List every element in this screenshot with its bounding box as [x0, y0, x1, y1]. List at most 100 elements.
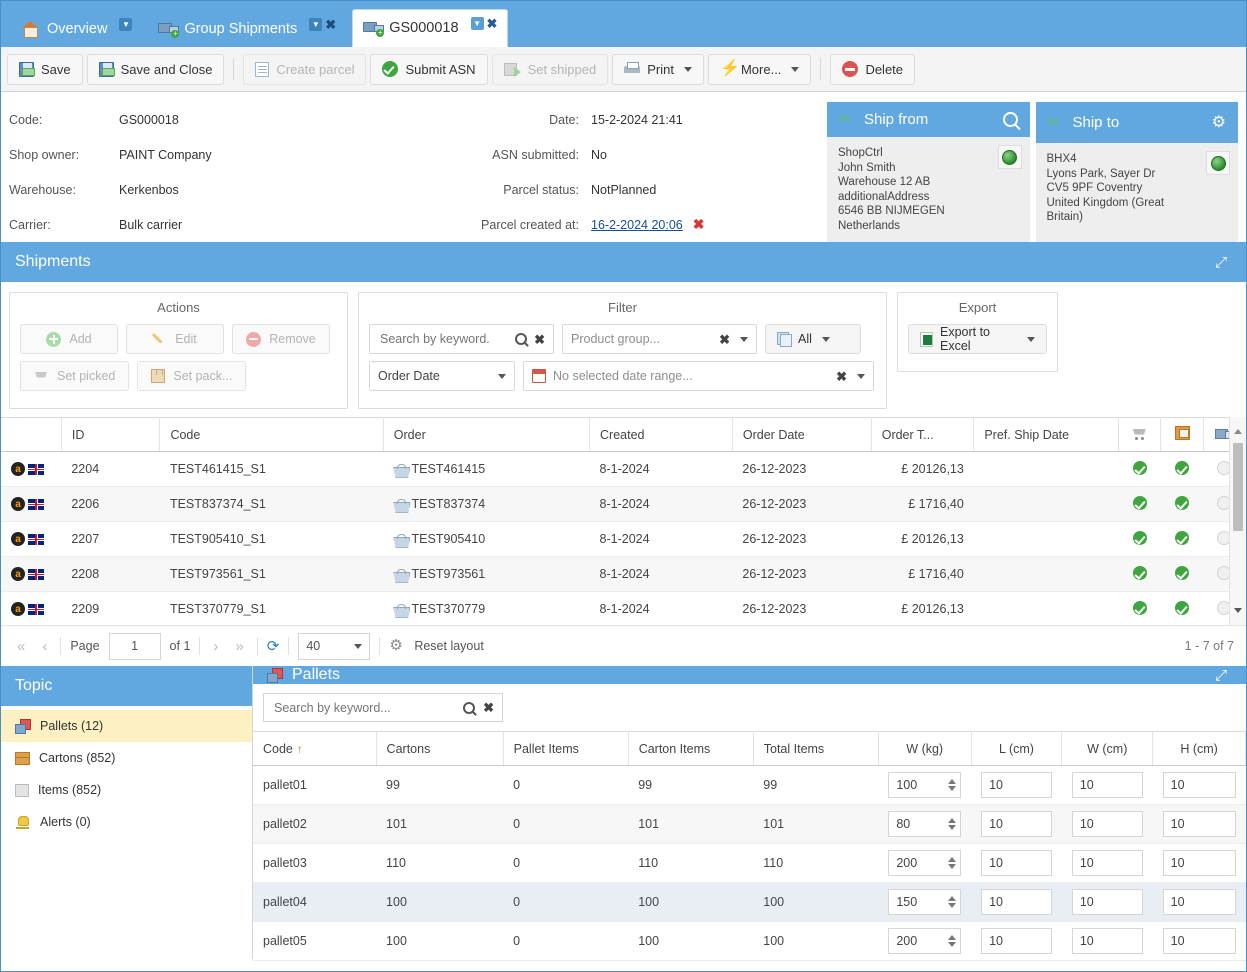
col-height-cm[interactable]: H (cm): [1153, 732, 1246, 766]
ship-from-map-button[interactable]: [998, 145, 1022, 169]
prev-page-button[interactable]: ‹: [38, 638, 51, 655]
last-page-button[interactable]: »: [231, 638, 247, 655]
expand-icon[interactable]: ⤢: [1215, 667, 1232, 684]
chevron-down-icon[interactable]: [684, 67, 692, 72]
width-field[interactable]: 10: [1072, 772, 1143, 798]
col-code[interactable]: Code: [160, 418, 383, 452]
scrollbar-thumb[interactable]: [1233, 443, 1243, 531]
col-flags[interactable]: [1, 418, 61, 452]
col-pallet-items[interactable]: Pallet Items: [503, 732, 628, 766]
clear-icon[interactable]: ✖: [836, 370, 847, 383]
remove-parcel-icon[interactable]: ✖: [693, 216, 705, 233]
scroll-up-icon[interactable]: [1230, 423, 1246, 440]
save-and-close-button[interactable]: Save and Close: [87, 54, 225, 85]
col-order-total[interactable]: Order T...: [871, 418, 974, 452]
table-row[interactable]: pallet05 100 0 100 100 200 10 10 10: [253, 922, 1246, 961]
weight-stepper[interactable]: 200: [888, 928, 961, 954]
sidebar-item-pallets[interactable]: Pallets (12): [1, 710, 252, 742]
chevron-down-icon[interactable]: [498, 374, 506, 379]
tab-overview[interactable]: Overview ▼: [11, 11, 142, 47]
add-button[interactable]: Add: [20, 324, 118, 354]
search-input[interactable]: [272, 700, 455, 716]
pallets-search-field[interactable]: ✖: [263, 693, 503, 722]
date-range-field[interactable]: No selected date range... ✖: [523, 361, 874, 391]
height-field[interactable]: 10: [1163, 889, 1236, 915]
col-cartons[interactable]: Cartons: [376, 732, 503, 766]
tab-gs000018[interactable]: + GS000018 ▼ ✖: [352, 9, 508, 47]
scope-all-button[interactable]: All: [765, 324, 861, 354]
col-total-items[interactable]: Total Items: [753, 732, 878, 766]
edit-button[interactable]: Edit: [126, 324, 224, 354]
table-row[interactable]: pallet04 100 0 100 100 150 10 10 10: [253, 883, 1246, 922]
col-id[interactable]: ID: [61, 418, 160, 452]
chevron-down-icon[interactable]: ▼: [309, 18, 322, 31]
col-created[interactable]: Created: [590, 418, 733, 452]
table-row[interactable]: pallet02 101 0 101 101 80 10 10 10: [253, 805, 1246, 844]
chevron-down-icon[interactable]: ▼: [119, 18, 132, 31]
table-row[interactable]: pallet01 99 0 99 99 100 10 10 10: [253, 766, 1246, 805]
create-parcel-button[interactable]: Create parcel: [243, 54, 366, 85]
height-field[interactable]: 10: [1163, 928, 1236, 954]
col-order[interactable]: Order: [383, 418, 589, 452]
print-button[interactable]: Print: [612, 54, 704, 85]
set-picked-button[interactable]: Set picked: [20, 361, 129, 391]
stepper-arrows-icon[interactable]: [948, 935, 956, 947]
table-row[interactable]: a 2204 TEST461415_S1 TEST461415 8-1-2024…: [1, 452, 1246, 487]
parcel-created-link[interactable]: 16-2-2024 20:06: [591, 218, 683, 232]
product-group-field[interactable]: Product group... ✖: [562, 324, 757, 354]
more-button[interactable]: More...: [708, 54, 811, 85]
close-icon[interactable]: ✖: [487, 17, 498, 30]
expand-icon[interactable]: ⤢: [1215, 254, 1232, 271]
search-icon[interactable]: [1003, 112, 1018, 127]
col-picked[interactable]: [1119, 418, 1161, 452]
col-order-date[interactable]: Order Date: [732, 418, 871, 452]
chevron-down-icon[interactable]: [1027, 337, 1035, 342]
width-field[interactable]: 10: [1072, 850, 1143, 876]
length-field[interactable]: 10: [981, 850, 1052, 876]
submit-asn-button[interactable]: Submit ASN: [370, 54, 487, 85]
page-size-select[interactable]: 40: [298, 633, 370, 660]
stepper-arrows-icon[interactable]: [948, 779, 956, 791]
tab-group-shipments[interactable]: + Group Shipments ▼ ✖: [148, 11, 346, 47]
col-pref-ship-date[interactable]: Pref. Ship Date: [974, 418, 1119, 452]
length-field[interactable]: 10: [981, 889, 1052, 915]
ship-to-map-button[interactable]: [1206, 151, 1230, 175]
keyword-search-field[interactable]: ✖: [369, 324, 554, 354]
clear-icon[interactable]: ✖: [534, 333, 545, 346]
chevron-down-icon[interactable]: ▼: [471, 17, 484, 30]
search-icon[interactable]: [515, 333, 527, 345]
weight-stepper[interactable]: 100: [888, 772, 961, 798]
close-icon[interactable]: ✖: [325, 18, 336, 31]
height-field[interactable]: 10: [1163, 850, 1236, 876]
stepper-arrows-icon[interactable]: [948, 896, 956, 908]
sidebar-item-cartons[interactable]: Cartons (852): [1, 742, 252, 774]
scroll-down-icon[interactable]: [1230, 602, 1246, 619]
chevron-down-icon[interactable]: [740, 337, 748, 342]
col-packed[interactable]: [1161, 418, 1203, 452]
col-length-cm[interactable]: L (cm): [971, 732, 1062, 766]
chevron-down-icon[interactable]: [822, 337, 830, 342]
refresh-icon[interactable]: ⟳: [267, 637, 280, 655]
search-input[interactable]: [378, 331, 508, 347]
col-carton-items[interactable]: Carton Items: [628, 732, 753, 766]
col-width-cm[interactable]: W (cm): [1062, 732, 1153, 766]
set-packed-button[interactable]: Set pack...: [137, 361, 246, 391]
length-field[interactable]: 10: [981, 811, 1052, 837]
col-weight-kg[interactable]: W (kg): [878, 732, 971, 766]
chevron-down-icon[interactable]: [857, 374, 865, 379]
gear-icon[interactable]: ⚙: [1212, 115, 1226, 131]
table-row[interactable]: a 2206 TEST837374_S1 TEST837374 8-1-2024…: [1, 487, 1246, 522]
chevron-down-icon[interactable]: [354, 644, 362, 649]
height-field[interactable]: 10: [1163, 811, 1236, 837]
sidebar-item-items[interactable]: Items (852): [1, 774, 252, 806]
stepper-arrows-icon[interactable]: [948, 818, 956, 830]
height-field[interactable]: 10: [1163, 772, 1236, 798]
reset-layout-label[interactable]: Reset layout: [414, 639, 483, 653]
table-row[interactable]: a 2209 TEST370779_S1 TEST370779 8-1-2024…: [1, 592, 1246, 626]
next-page-button[interactable]: ›: [209, 638, 222, 655]
save-button[interactable]: Save: [7, 54, 83, 85]
chevron-down-icon[interactable]: [791, 67, 799, 72]
stepper-arrows-icon[interactable]: [948, 857, 956, 869]
width-field[interactable]: 10: [1072, 889, 1143, 915]
search-icon[interactable]: [463, 702, 475, 714]
